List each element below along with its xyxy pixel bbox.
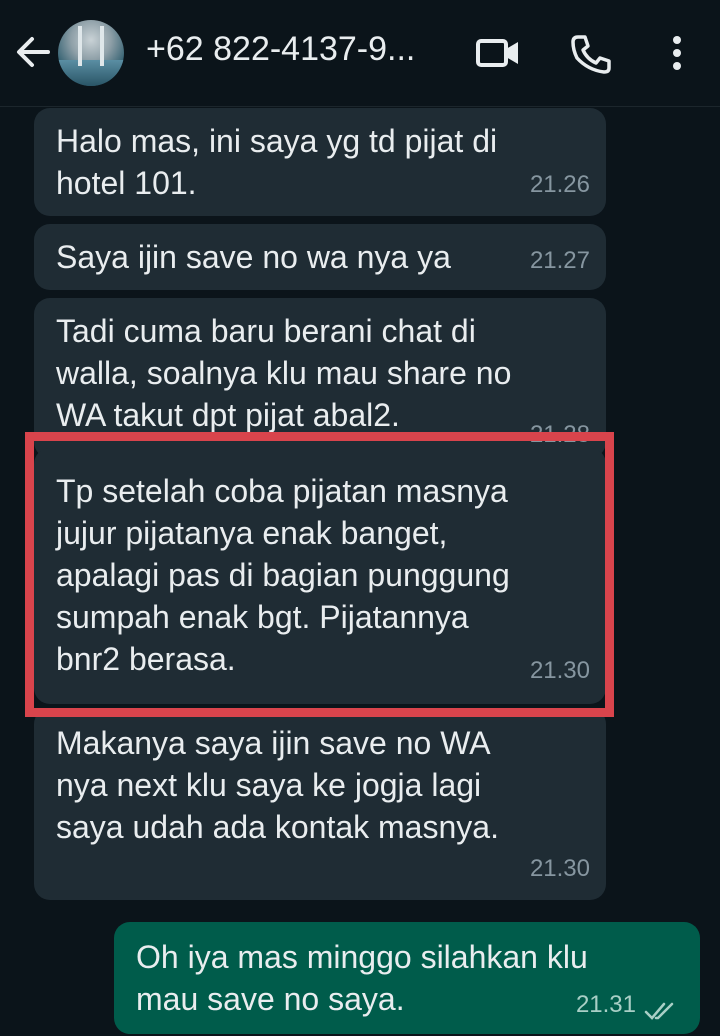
voice-call-button[interactable] [566,32,614,74]
message-time: 21.26 [529,171,590,198]
message-bubble-highlighted[interactable]: Tp setelah coba pijatan masnya jujur pij… [34,448,606,704]
message-text: Halo mas, ini saya yg td pijat di hotel … [56,123,498,201]
message-text: Tadi cuma baru berani chat di walla, soa… [56,313,512,433]
message-time: 21.30 [529,657,590,684]
contact-name[interactable]: +62 822-4137-9... [146,30,415,69]
message-bubble[interactable]: Halo mas, ini saya yg td pijat di hotel … [34,108,606,216]
phone-icon [571,35,611,74]
message-time: 21.31 [575,991,636,1018]
read-receipt-icon [644,1002,674,1020]
message-bubble[interactable]: Tadi cuma baru berani chat di walla, soa… [34,298,606,458]
back-button[interactable] [12,30,52,74]
more-options-button[interactable] [662,32,692,74]
message-time: 21.30 [529,855,590,882]
message-text: Oh iya mas minggo silahkan klu mau save … [136,939,588,1017]
video-call-button[interactable] [474,32,522,74]
chat-header: +62 822-4137-9... [0,0,720,107]
video-call-icon [476,39,518,67]
avatar[interactable] [58,20,124,86]
message-time: 21.27 [529,247,590,274]
message-bubble-outgoing[interactable]: Oh iya mas minggo silahkan klu mau save … [114,922,700,1034]
message-bubble[interactable]: Makanya saya ijin save no WA nya next kl… [34,708,606,900]
message-text: Makanya saya ijin save no WA nya next kl… [56,725,499,845]
message-text: Tp setelah coba pijatan masnya jujur pij… [56,473,510,677]
more-vert-icon [673,36,681,70]
message-bubble[interactable]: Saya ijin save no wa nya ya 21.27 [34,224,606,290]
message-text: Saya ijin save no wa nya ya [56,239,451,275]
arrow-left-icon [17,37,50,67]
